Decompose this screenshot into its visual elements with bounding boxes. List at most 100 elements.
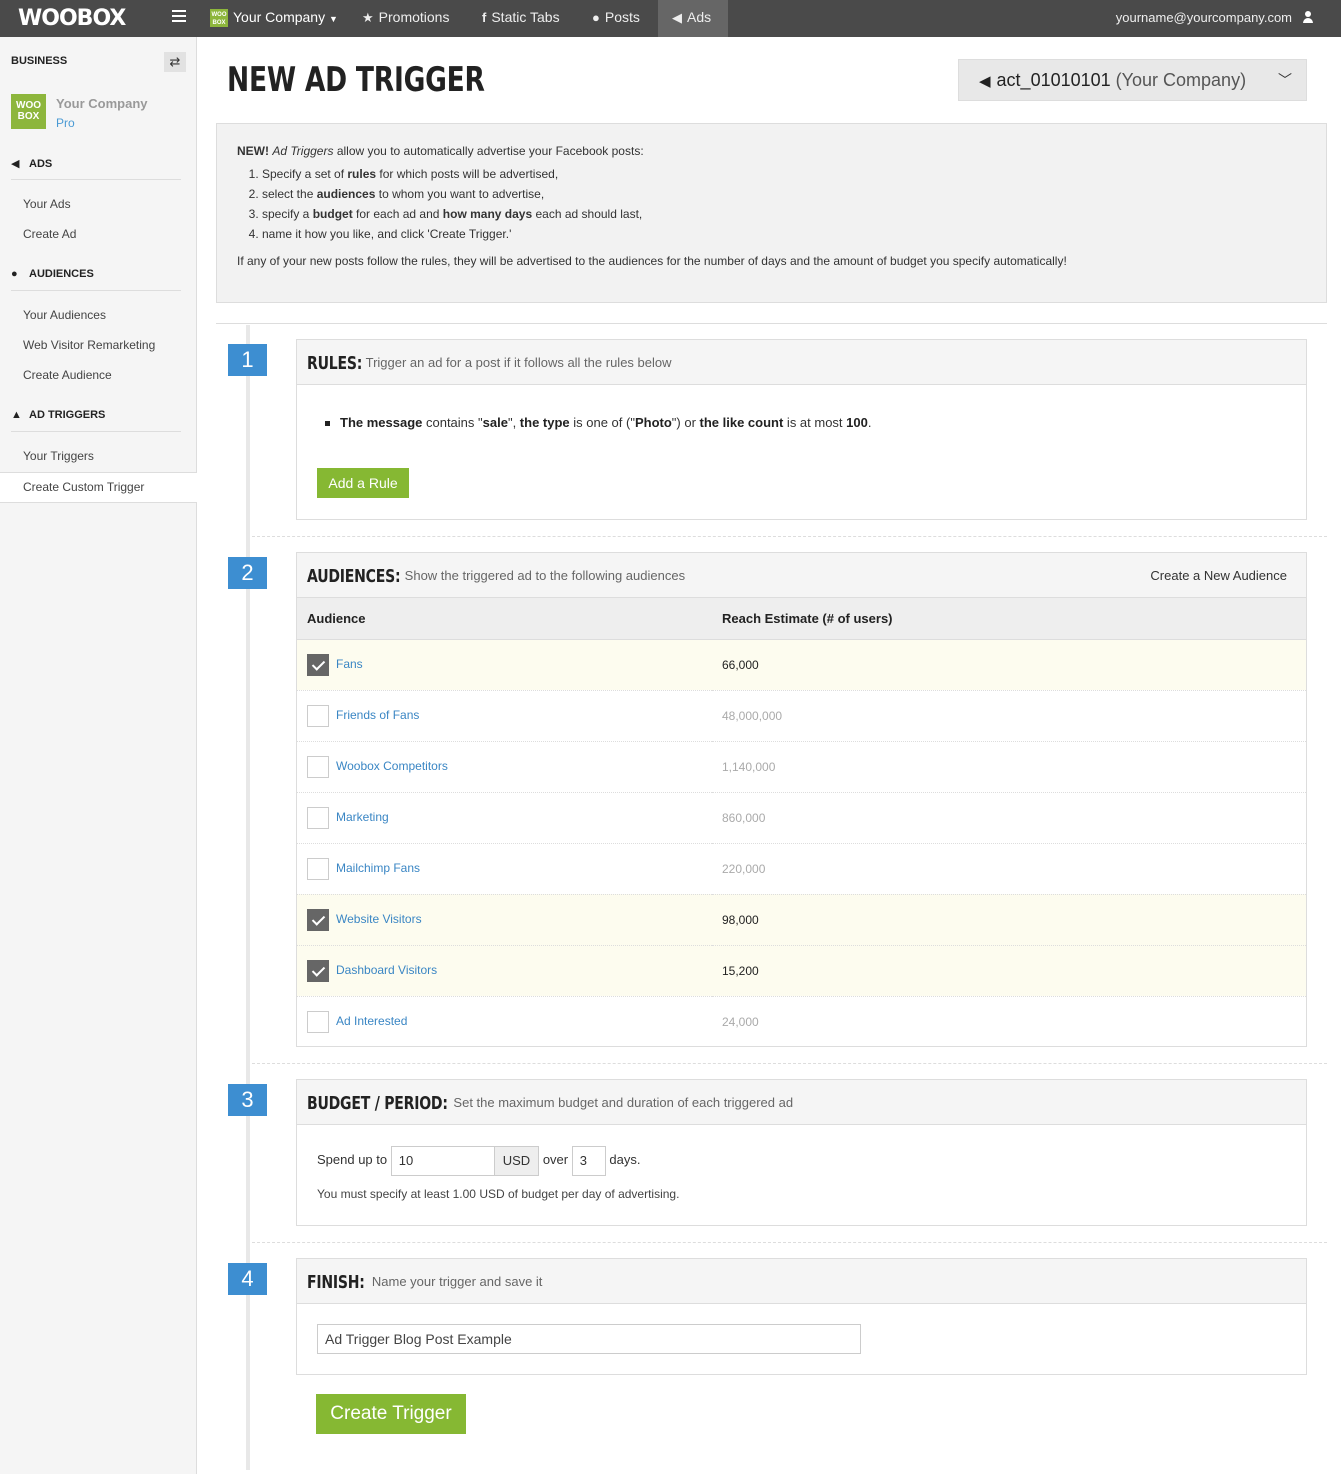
audience-cell: Marketing: [297, 792, 712, 844]
audience-checkbox[interactable]: [307, 908, 329, 931]
nav-promotions[interactable]: ★ Promotions: [362, 0, 449, 37]
nav-static-tabs[interactable]: f Static Tabs: [482, 0, 560, 37]
user-icon[interactable]: [1303, 11, 1313, 23]
table-row[interactable]: Ad Interested 24,000: [297, 996, 1306, 1047]
create-new-audience-link[interactable]: Create a New Audience: [1150, 553, 1287, 598]
switch-business-icon[interactable]: ⇄: [164, 52, 186, 72]
plan-link[interactable]: Pro: [56, 116, 75, 130]
divider: [252, 1063, 1327, 1064]
step-number-2: 2: [228, 557, 267, 589]
megaphone-icon: ◀: [979, 73, 991, 90]
nav-posts[interactable]: ● Posts: [592, 0, 640, 37]
column-header-audience[interactable]: Audience: [297, 598, 712, 640]
user-icon: ●: [11, 268, 18, 280]
caret-down-icon: ▼: [328, 14, 338, 24]
ad-account-selector[interactable]: ◀ act_01010101 (Your Company) ﹀: [958, 59, 1307, 101]
audience-cell: Dashboard Visitors: [297, 945, 712, 997]
intro-footer: If any of your new posts follow the rule…: [237, 254, 1067, 268]
hamburger-menu-icon[interactable]: [172, 10, 186, 22]
intro-box: NEW! Ad Triggers allow you to automatica…: [216, 123, 1327, 303]
budget-row: Spend up to 10 USD over 3 days.: [317, 1145, 640, 1176]
sidebar-item-your-triggers[interactable]: Your Triggers: [23, 449, 94, 463]
audience-checkbox[interactable]: [307, 755, 329, 778]
audience-link[interactable]: Mailchimp Fans: [336, 861, 420, 875]
rule-item[interactable]: The message contains "sale", the type is…: [325, 415, 872, 430]
sidebar-item-your-audiences[interactable]: Your Audiences: [23, 308, 106, 322]
sidebar: BUSINESS ⇄ WOO BOX Your Company Pro ◀ ADS …: [0, 37, 197, 1474]
budget-note: You must specify at least 1.00 USD of bu…: [317, 1187, 680, 1201]
rules-panel-header: RULES: Trigger an ad for a post if it fol…: [297, 340, 1306, 385]
finish-panel-header: FINISH: Name your trigger and save it: [297, 1259, 1306, 1304]
megaphone-icon: ◀: [11, 158, 20, 170]
budget-panel-header: BUDGET / PERIOD: Set the maximum budget a…: [297, 1080, 1306, 1125]
audience-cell: Fans: [297, 639, 712, 691]
sidebar-heading-ads: ◀ ADS: [11, 158, 53, 170]
reach-estimate-cell: 48,000,000: [712, 690, 1306, 742]
nav-ads[interactable]: ◀ Ads: [658, 0, 728, 37]
audience-checkbox[interactable]: [307, 1010, 329, 1033]
audiences-panel-header: AUDIENCES: Show the triggered ad to the f…: [297, 553, 1306, 598]
audiences-table: Audience Reach Estimate (# of users) Fan…: [297, 598, 1306, 1047]
divider: [252, 1242, 1327, 1243]
divider: [11, 179, 181, 180]
sidebar-item-create-custom-trigger[interactable]: Create Custom Trigger: [23, 480, 144, 494]
audience-checkbox[interactable]: [307, 806, 329, 829]
column-header-reach[interactable]: Reach Estimate (# of users): [712, 598, 1306, 640]
audiences-panel: AUDIENCES: Show the triggered ad to the f…: [296, 552, 1307, 1047]
audience-cell: Ad Interested: [297, 996, 712, 1047]
create-trigger-button[interactable]: Create Trigger: [316, 1394, 466, 1434]
audience-cell: Friends of Fans: [297, 690, 712, 742]
reach-estimate-cell: 1,140,000: [712, 741, 1306, 793]
reach-estimate-cell: 24,000: [722, 1014, 759, 1029]
table-row[interactable]: Website Visitors 98,000: [297, 894, 1306, 946]
list-item: name it how you like, and click 'Create …: [262, 224, 1306, 244]
company-avatar: WOO BOX: [11, 94, 46, 129]
intro-steps-list: Specify a set of rules for which posts w…: [262, 164, 1306, 244]
facebook-icon: f: [482, 10, 487, 25]
table-row[interactable]: Friends of Fans 48,000,000: [297, 690, 1306, 742]
user-menu[interactable]: yourname@yourcompany.com: [1116, 0, 1292, 37]
audience-link[interactable]: Dashboard Visitors: [336, 963, 437, 977]
list-item: Specify a set of rules for which posts w…: [262, 164, 1306, 184]
company-switcher[interactable]: WOO BOX Your Company ▼: [210, 0, 338, 37]
audience-checkbox[interactable]: [307, 959, 329, 982]
table-row[interactable]: Fans 66,000: [297, 639, 1306, 691]
sidebar-item-create-ad[interactable]: Create Ad: [23, 227, 76, 241]
trigger-name-input[interactable]: Ad Trigger Blog Post Example: [317, 1324, 861, 1354]
sidebar-company-name: Your Company: [56, 96, 148, 111]
table-row[interactable]: Mailchimp Fans 220,000: [297, 843, 1306, 895]
sidebar-business-heading: BUSINESS: [11, 55, 68, 67]
sidebar-item-create-audience[interactable]: Create Audience: [23, 368, 112, 382]
divider: [11, 431, 181, 432]
divider: [216, 323, 1327, 324]
audience-link[interactable]: Friends of Fans: [336, 708, 419, 722]
audience-checkbox[interactable]: [307, 704, 329, 727]
audience-checkbox[interactable]: [307, 857, 329, 880]
audience-link[interactable]: Marketing: [336, 810, 389, 824]
rules-panel: RULES: Trigger an ad for a post if it fol…: [296, 339, 1307, 520]
audience-link[interactable]: Woobox Competitors: [336, 759, 448, 773]
table-row[interactable]: Dashboard Visitors 15,200: [297, 945, 1306, 997]
audience-link[interactable]: Ad Interested: [336, 1014, 407, 1028]
woobox-logo[interactable]: WOOBOX: [18, 6, 126, 31]
table-row[interactable]: Marketing 860,000: [297, 792, 1306, 844]
comment-icon: ●: [592, 10, 600, 25]
list-item: specify a budget for each ad and how man…: [262, 204, 1306, 224]
table-row[interactable]: Woobox Competitors 1,140,000: [297, 741, 1306, 793]
audience-cell: Mailchimp Fans: [297, 843, 712, 895]
top-navbar: WOOBOX WOO BOX Your Company ▼ ★ Promotions…: [0, 0, 1341, 37]
step-number-1: 1: [228, 344, 267, 376]
audience-link[interactable]: Website Visitors: [336, 912, 422, 926]
reach-estimate-cell: 220,000: [712, 843, 1306, 895]
audience-cell: Website Visitors: [297, 894, 712, 946]
add-rule-button[interactable]: Add a Rule: [317, 468, 409, 498]
step-number-4: 4: [228, 1263, 267, 1295]
audience-link[interactable]: Fans: [336, 657, 363, 671]
audience-checkbox[interactable]: [307, 653, 329, 676]
budget-amount-input[interactable]: 10: [390, 1145, 495, 1176]
budget-panel: BUDGET / PERIOD: Set the maximum budget a…: [296, 1079, 1307, 1226]
finish-panel: FINISH: Name your trigger and save it Ad …: [296, 1258, 1307, 1375]
days-input[interactable]: 3: [571, 1145, 606, 1176]
sidebar-item-your-ads[interactable]: Your Ads: [23, 197, 71, 211]
sidebar-item-web-visitor-remarketing[interactable]: Web Visitor Remarketing: [23, 338, 155, 352]
